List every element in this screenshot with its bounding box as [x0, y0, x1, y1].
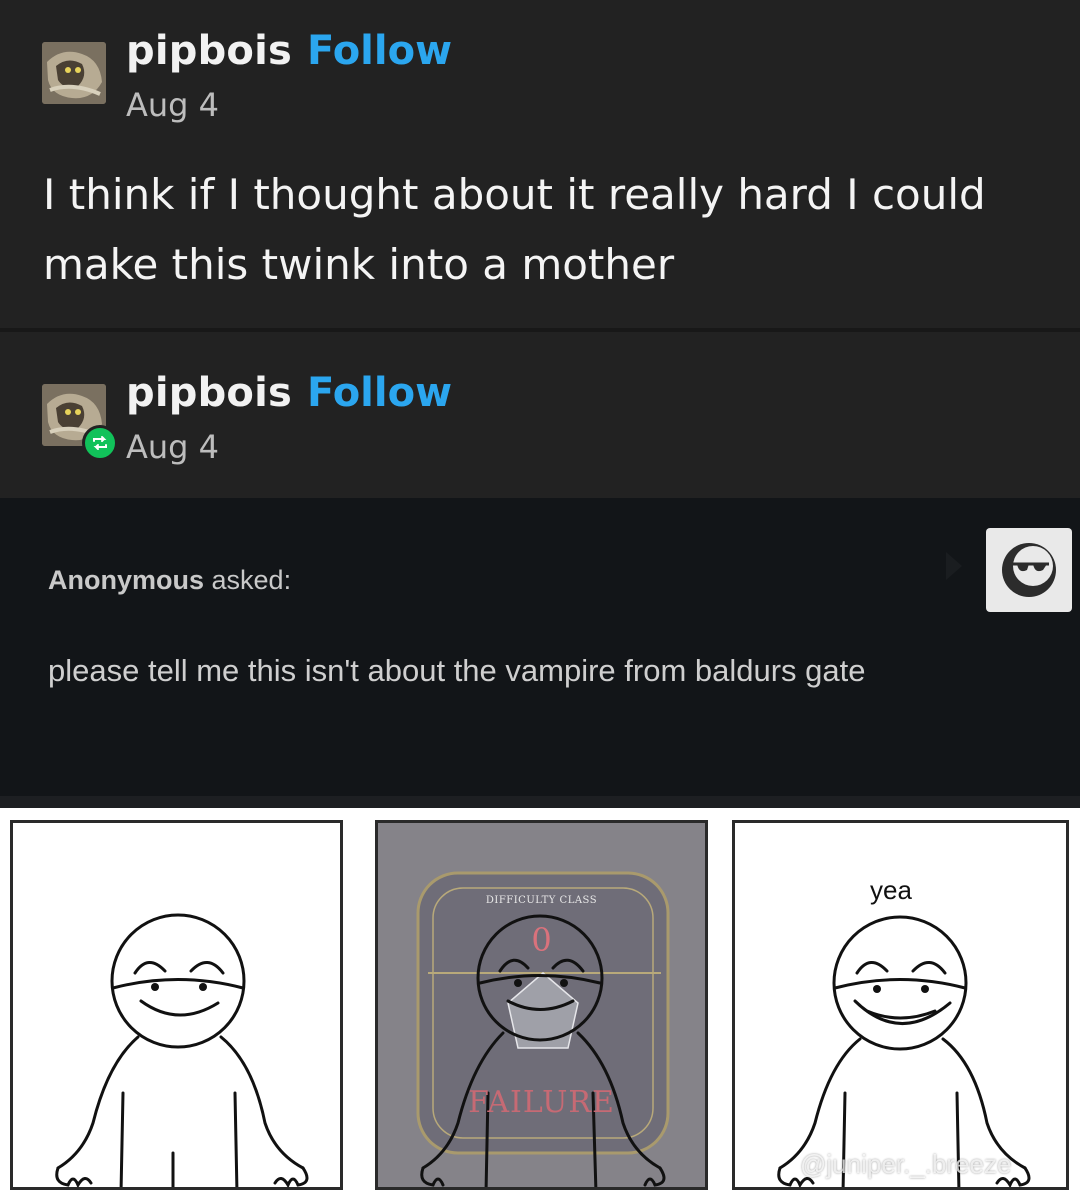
- comic-panel-1: [10, 820, 343, 1190]
- reblog-date[interactable]: Aug 4: [126, 428, 219, 466]
- anonymous-sunglasses-icon: [986, 528, 1072, 612]
- comic-panel-3: yea @juniper._.breeze: [732, 820, 1069, 1190]
- difficulty-class-label: DIFFICULTY CLASS: [485, 895, 598, 906]
- post-date[interactable]: Aug 4: [126, 86, 219, 124]
- asker-name: Anonymous: [48, 565, 205, 595]
- avatar[interactable]: [42, 42, 106, 104]
- asker-line: Anonymous asked:: [48, 565, 291, 596]
- artist-watermark: @juniper._.breeze: [800, 1149, 1012, 1179]
- comic-image: DIFFICULTY CLASS 0 FAILURE yea @juniper.…: [0, 808, 1080, 1198]
- comic-panel-2: DIFFICULTY CLASS 0 FAILURE: [375, 820, 708, 1190]
- post-text: I think if I thought about it really har…: [43, 170, 986, 289]
- reblog-icon: [82, 425, 118, 461]
- ask-bottom-strip: [0, 796, 1080, 808]
- ask-question: please tell me this isn't about the vamp…: [48, 653, 866, 688]
- difficulty-class-value: 0: [531, 921, 552, 959]
- stick-figure-smiling: [55, 913, 309, 1187]
- asked-label: asked:: [204, 565, 292, 595]
- ask-bubble-pointer: [946, 552, 962, 580]
- post-username[interactable]: pipbois: [126, 28, 292, 74]
- reblog-username[interactable]: pipbois: [126, 370, 292, 416]
- reblog-follow-button[interactable]: Follow: [307, 370, 452, 416]
- speech-caption: yea: [870, 875, 912, 905]
- follow-button[interactable]: Follow: [307, 28, 452, 74]
- dice-roll-card: [378, 823, 705, 1187]
- roll-result: FAILURE: [468, 1085, 615, 1120]
